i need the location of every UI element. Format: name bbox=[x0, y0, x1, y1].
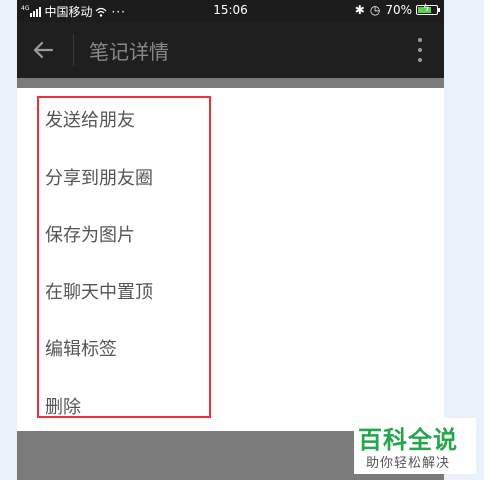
highlight-box bbox=[37, 96, 211, 418]
status-right: ✱ ◷ 70% ϟ bbox=[350, 3, 440, 17]
back-button[interactable] bbox=[27, 34, 59, 66]
battery-percent: 70% bbox=[385, 3, 412, 17]
watermark-subtitle: 助你轻松解决 bbox=[366, 456, 451, 471]
overflow-menu-button[interactable] bbox=[412, 36, 428, 64]
phone-screen: 4G 中国移动 ··· 15:06 ✱ ◷ 70% ϟ 笔记详情 发送给朋友 分… bbox=[17, 0, 444, 480]
charging-icon: ϟ bbox=[423, 3, 430, 14]
watermark-title: 百科全说 bbox=[358, 426, 458, 454]
arrow-left-icon bbox=[33, 41, 54, 59]
battery-icon: ϟ bbox=[416, 3, 440, 15]
watermark: 百科全说 助你轻松解决 bbox=[354, 418, 476, 474]
bluetooth-icon: ✱ bbox=[354, 3, 365, 17]
alarm-icon: ◷ bbox=[369, 3, 381, 17]
dim-overlay-top bbox=[17, 78, 444, 88]
app-bar-divider bbox=[73, 34, 74, 66]
app-bar: 笔记详情 bbox=[17, 22, 444, 78]
page-title: 笔记详情 bbox=[89, 40, 169, 64]
status-bar: 4G 中国移动 ··· 15:06 ✱ ◷ 70% ϟ bbox=[17, 0, 444, 22]
more-vertical-icon bbox=[418, 38, 422, 42]
